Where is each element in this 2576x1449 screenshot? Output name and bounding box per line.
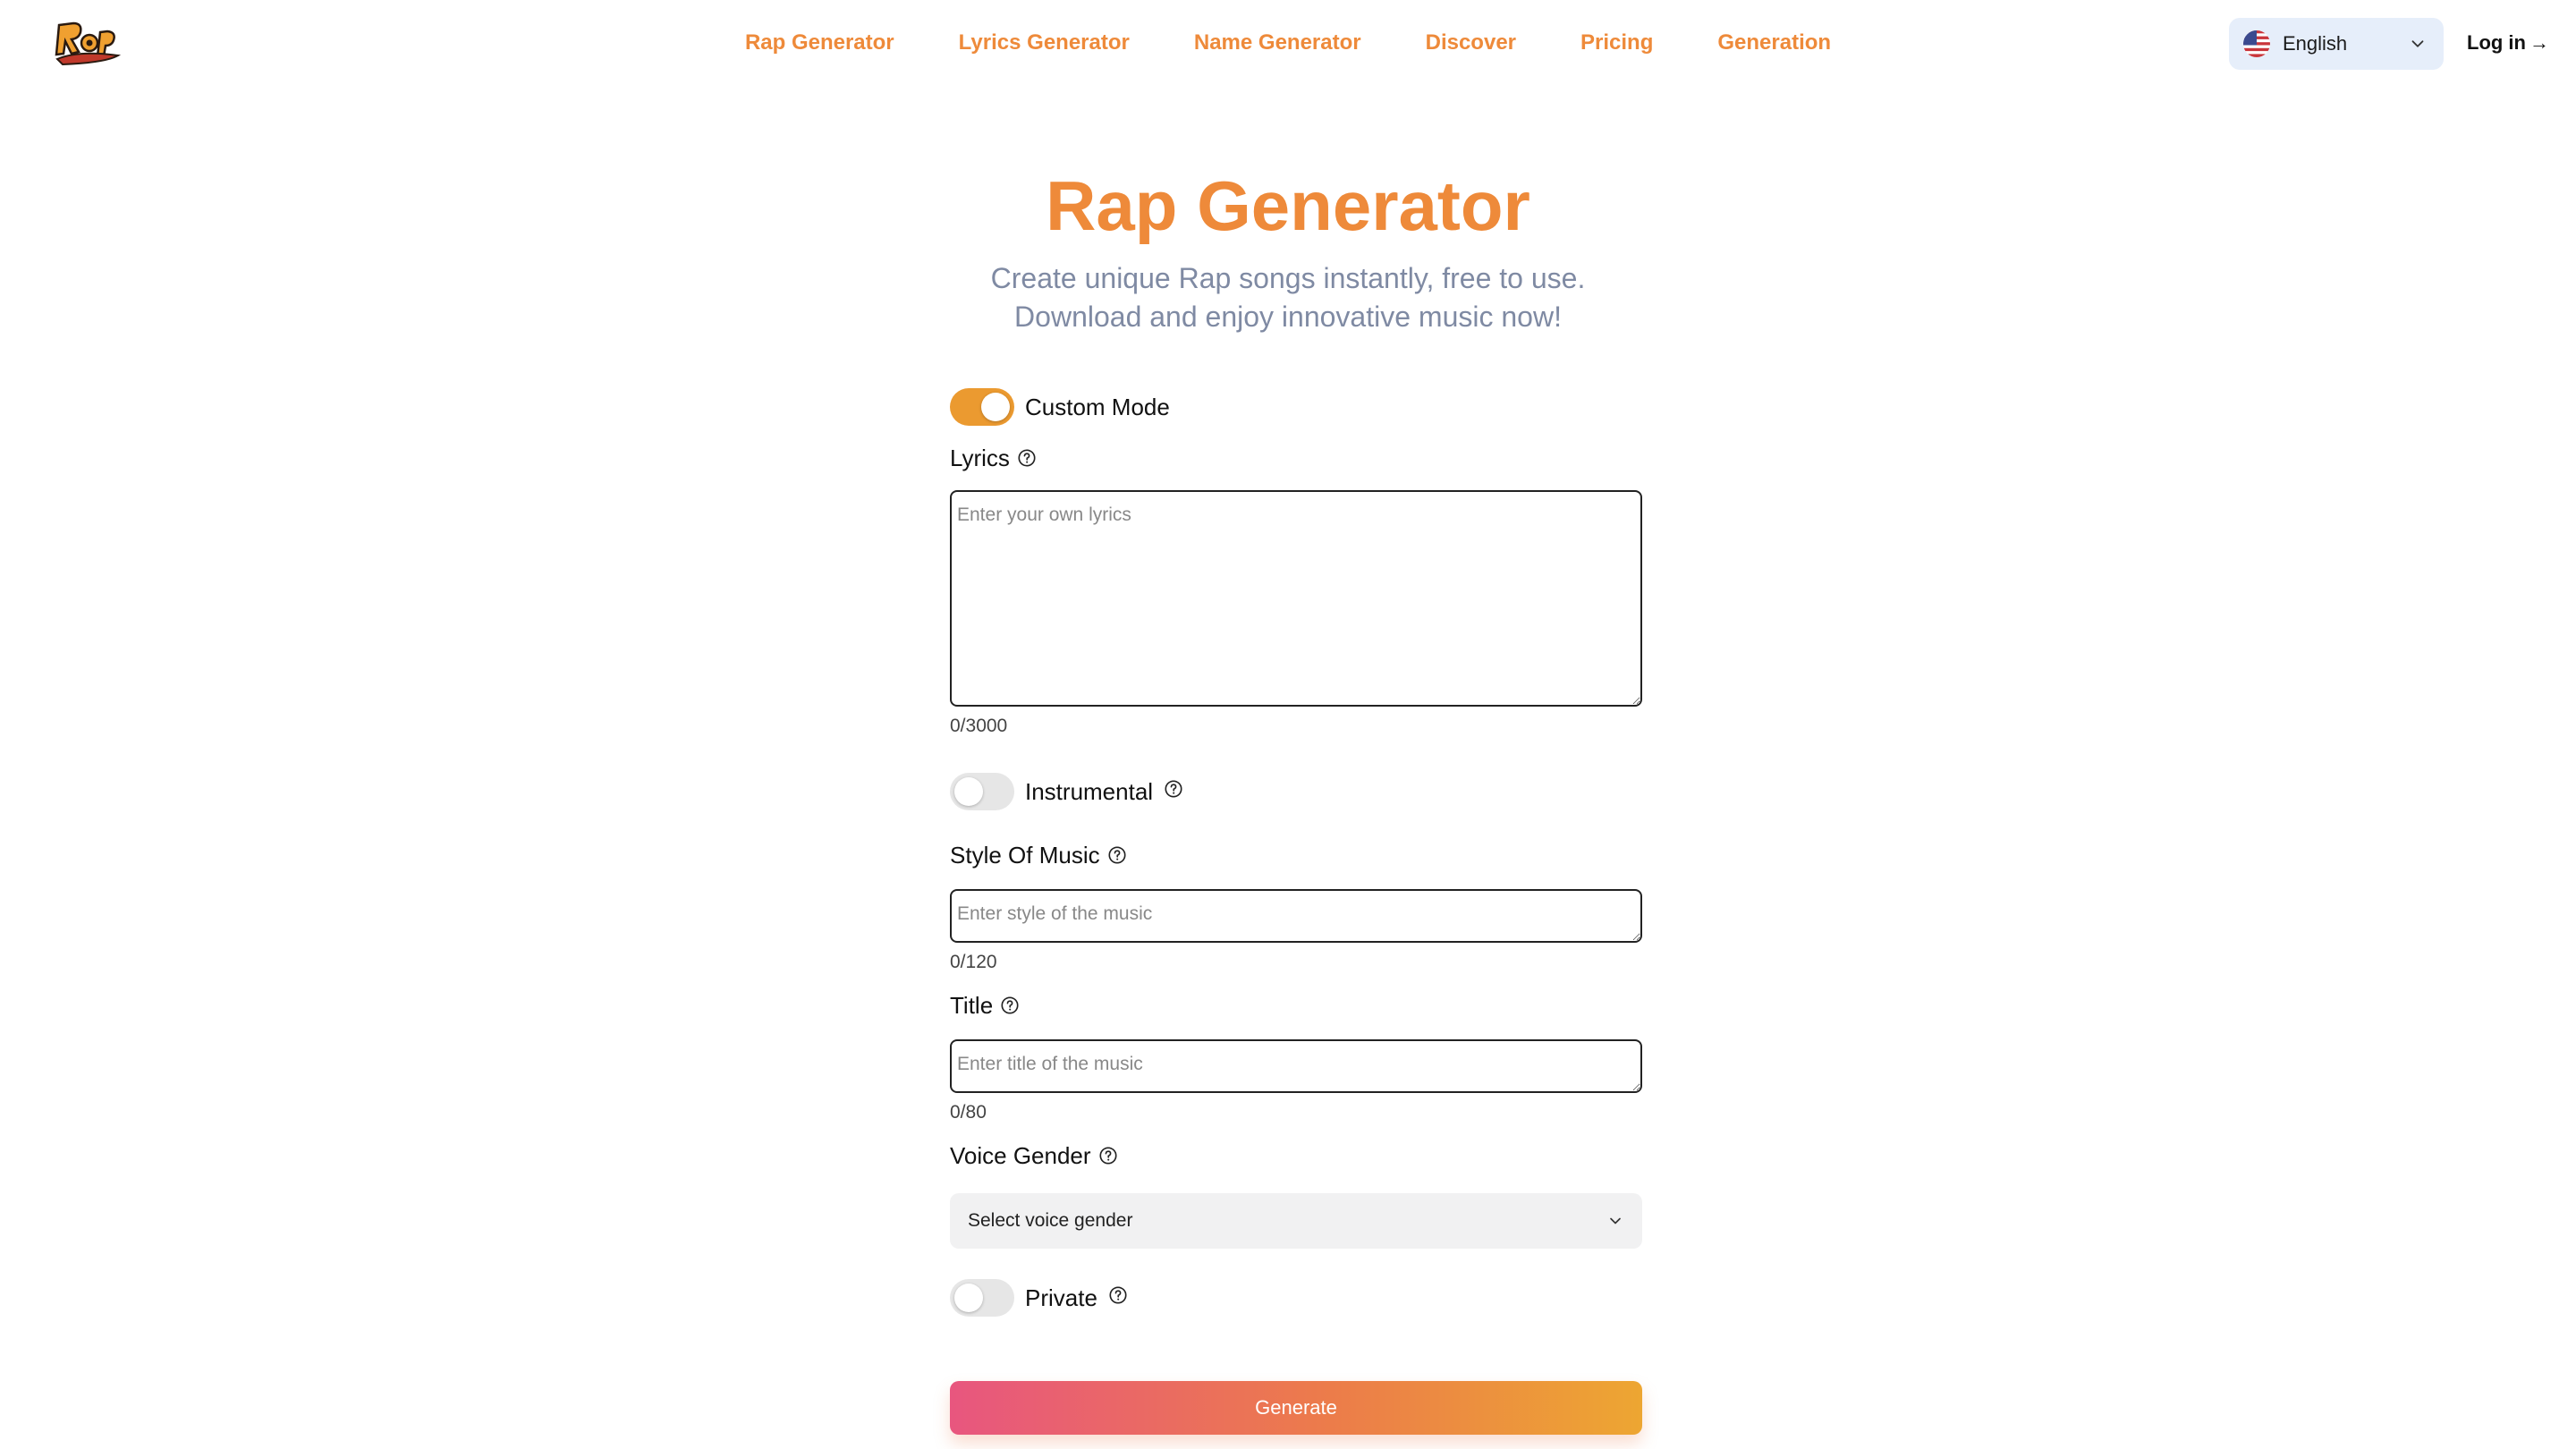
private-label: Private <box>1025 1284 1097 1311</box>
language-label: English <box>2283 32 2348 55</box>
toggle-knob <box>954 777 983 806</box>
login-label: Log in <box>2467 31 2526 54</box>
help-icon[interactable] <box>1017 448 1037 468</box>
style-label-row: Style Of Music <box>950 839 1127 871</box>
title-label: Title <box>950 991 994 1019</box>
private-toggle[interactable] <box>950 1279 1014 1317</box>
site-logo[interactable] <box>52 16 123 70</box>
help-icon[interactable] <box>1107 845 1127 865</box>
style-textarea[interactable] <box>950 889 1642 943</box>
lyrics-textarea[interactable] <box>950 490 1642 707</box>
instrumental-label: Instrumental <box>1025 777 1154 805</box>
custom-mode-row: Custom Mode <box>950 388 1170 426</box>
help-icon[interactable] <box>1108 1285 1128 1305</box>
help-icon[interactable] <box>1164 779 1183 799</box>
nav-rap-generator[interactable]: Rap Generator <box>745 27 894 59</box>
arrow-right-icon: → <box>2529 31 2549 54</box>
page-subtitle: Create unique Rap songs instantly, free … <box>0 259 2576 336</box>
voice-gender-label-row: Voice Gender <box>950 1140 1118 1172</box>
logo-icon <box>55 21 122 66</box>
language-selector[interactable]: English <box>2229 18 2444 70</box>
generate-button[interactable]: Generate <box>950 1381 1642 1435</box>
instrumental-row: Instrumental <box>950 773 1183 810</box>
us-flag-icon <box>2243 30 2270 57</box>
nav-lyrics-generator[interactable]: Lyrics Generator <box>959 27 1130 59</box>
subtitle-line-2: Download and enjoy innovative music now! <box>1014 301 1562 333</box>
top-header: Rap Generator Lyrics Generator Name Gene… <box>0 0 2576 86</box>
voice-gender-select[interactable]: Select voice gender <box>950 1193 1642 1249</box>
instrumental-toggle[interactable] <box>950 773 1014 810</box>
title-label-row: Title <box>950 989 1020 1021</box>
nav-pricing[interactable]: Pricing <box>1580 27 1653 59</box>
title-counter: 0/80 <box>950 1102 987 1123</box>
main-nav: Rap Generator Lyrics Generator Name Gene… <box>0 27 2576 59</box>
nav-discover[interactable]: Discover <box>1426 27 1516 59</box>
lyrics-label: Lyrics <box>950 444 1010 471</box>
chevron-down-icon <box>2411 40 2424 47</box>
nav-name-generator[interactable]: Name Generator <box>1194 27 1361 59</box>
voice-gender-placeholder: Select voice gender <box>968 1210 1133 1231</box>
title-textarea[interactable] <box>950 1039 1642 1093</box>
lyrics-counter: 0/3000 <box>950 716 1008 736</box>
help-icon[interactable] <box>1000 996 1020 1015</box>
voice-gender-label: Voice Gender <box>950 1141 1091 1169</box>
page-title: Rap Generator <box>1046 166 1530 245</box>
subtitle-line-1: Create unique Rap songs instantly, free … <box>990 262 1586 294</box>
toggle-knob <box>981 393 1010 421</box>
nav-generation[interactable]: Generation <box>1717 27 1831 59</box>
page: Rap Generator Lyrics Generator Name Gene… <box>0 0 2576 1449</box>
custom-mode-toggle[interactable] <box>950 388 1014 426</box>
lyrics-label-row: Lyrics <box>950 442 1037 474</box>
custom-mode-label: Custom Mode <box>1025 393 1170 420</box>
style-counter: 0/120 <box>950 952 997 972</box>
help-icon[interactable] <box>1098 1146 1118 1165</box>
private-row: Private <box>950 1279 1128 1317</box>
login-link[interactable]: Log in → <box>2467 27 2549 59</box>
chevron-down-icon <box>1610 1217 1621 1224</box>
style-label: Style Of Music <box>950 841 1100 869</box>
toggle-knob <box>954 1284 983 1312</box>
